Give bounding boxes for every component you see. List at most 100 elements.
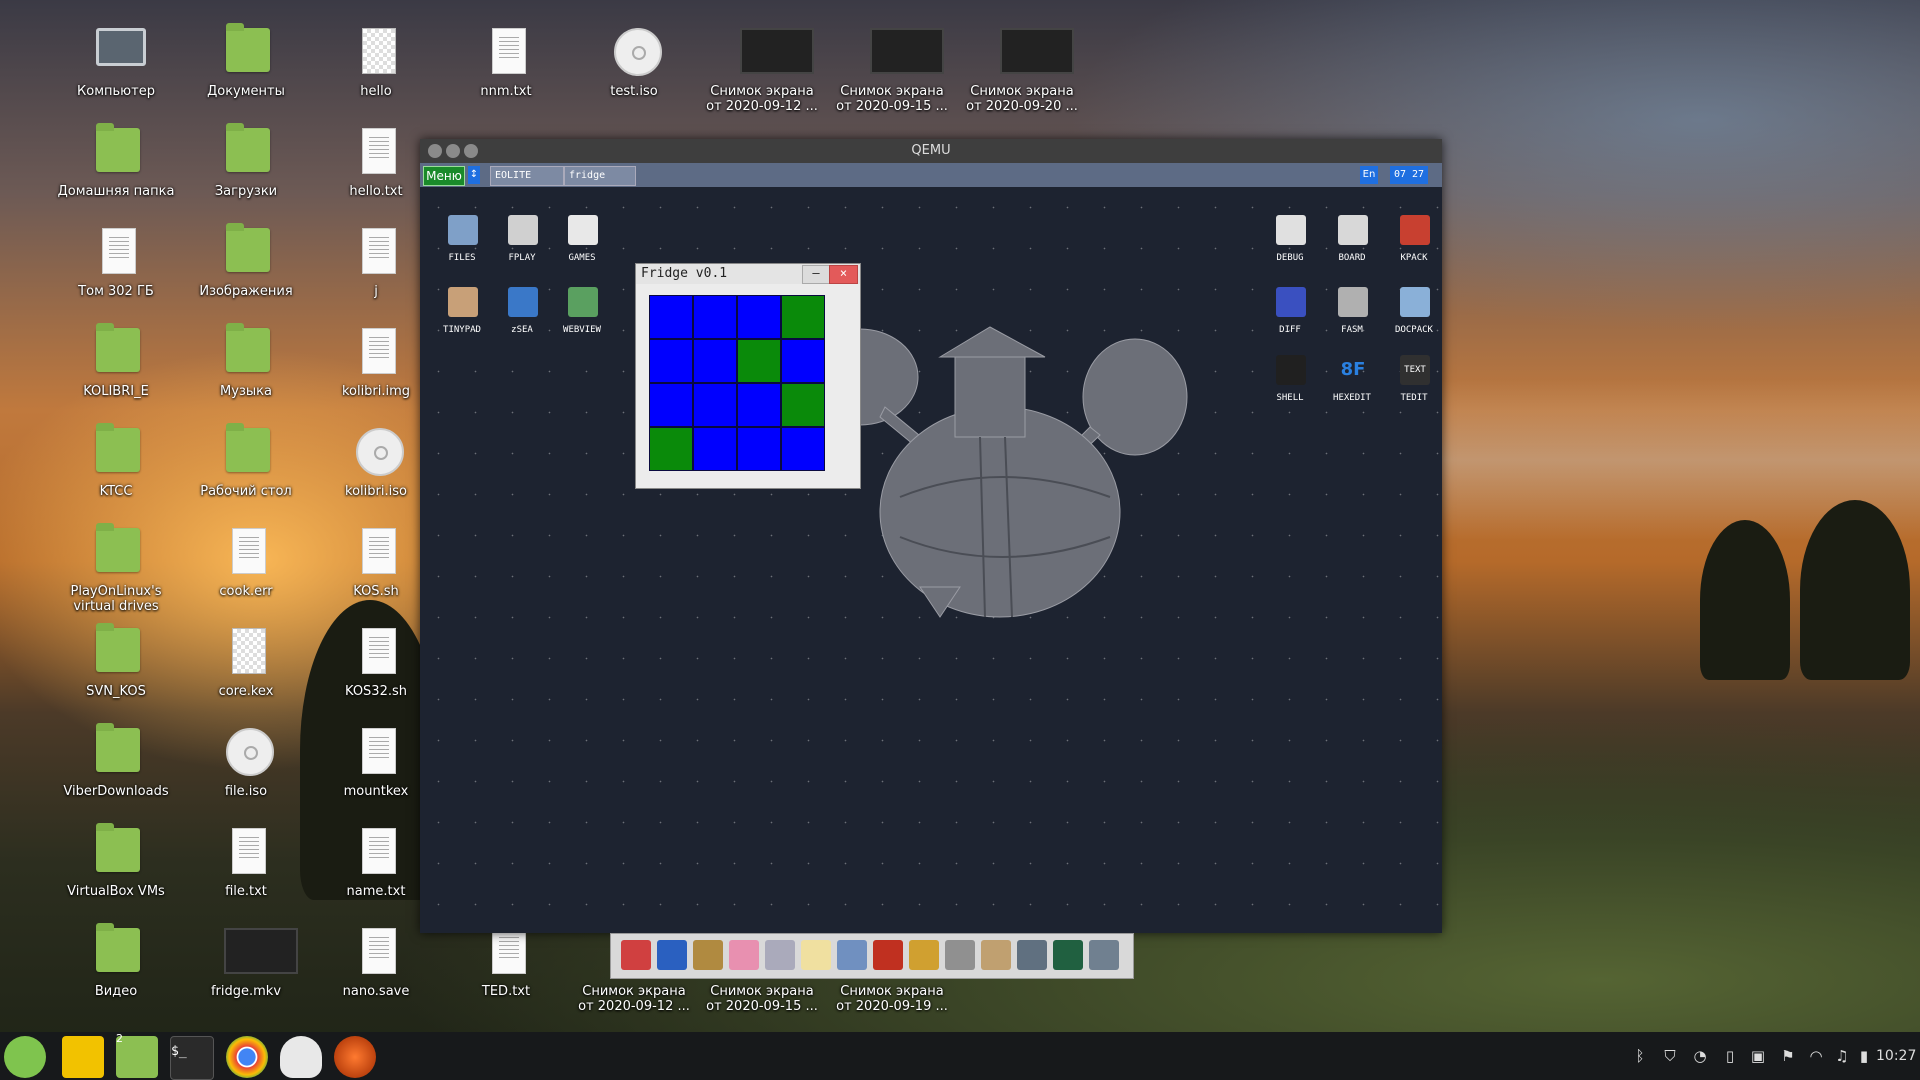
desktop-icon[interactable]: Изображения [186,210,306,300]
desktop-icon[interactable]: Снимок экрана от 2020-09-20 ... [962,10,1082,114]
desktop-icon[interactable]: KOS.sh [316,510,436,600]
fridge-handle-blue[interactable] [693,383,737,427]
kolibri-icon-board[interactable]: BOARD [1322,215,1382,285]
desktop-icon[interactable]: cook.err [186,510,306,600]
rio-icon[interactable] [837,940,867,970]
music-icon[interactable]: ♫ [1832,1045,1852,1067]
shield-icon[interactable]: ⛉ [1660,1045,1680,1067]
network-icon[interactable] [1017,940,1047,970]
desktop-icon[interactable]: KOS32.sh [316,610,436,700]
kolibri-icon-webview[interactable]: WEBVIEW [552,287,612,357]
kolibri-menu-button[interactable]: Меню [423,166,465,186]
kolibri-icon-shell[interactable]: SHELL [1260,355,1320,425]
maximize-button[interactable] [464,144,478,158]
cube-icon[interactable] [621,940,651,970]
wifi-icon[interactable]: ◠ [1806,1045,1826,1067]
fridge-handle-blue[interactable] [693,427,737,471]
desktop-icon[interactable]: core.kex [186,610,306,700]
yandex-browser-icon[interactable] [62,1036,104,1078]
kolibri-icon-tinypad[interactable]: TINYPAD [432,287,492,357]
tools-icon[interactable] [909,940,939,970]
files-icon[interactable]: 2 [116,1032,158,1078]
bluetooth-icon[interactable]: ᛒ [1630,1045,1650,1067]
notepad-icon[interactable] [801,940,831,970]
desktop-icon[interactable]: Видео [56,910,176,1000]
desktop-icon[interactable]: hello [316,10,436,100]
qemu-titlebar[interactable]: QEMU [420,139,1442,163]
desktop-icon[interactable]: j [316,210,436,300]
desktop-icon[interactable]: file.iso [186,710,306,800]
fridge-handle-green[interactable] [781,295,825,339]
fridge-handle-blue[interactable] [781,339,825,383]
qemu-app-icon[interactable] [334,1036,376,1078]
desktop-icon[interactable]: KOLIBRI_E [56,310,176,400]
desktop-icon[interactable]: VirtualBox VMs [56,810,176,900]
battery-icon[interactable]: ▮ [1856,1045,1872,1067]
desktop-icon[interactable]: hello.txt [316,110,436,200]
kolibri-icon-games[interactable]: GAMES [552,215,612,285]
fridge-close-button[interactable]: × [829,265,858,284]
desktop-icon[interactable]: Загрузки [186,110,306,200]
desktop-icon[interactable]: Рабочий стол [186,410,306,500]
fridge-handle-blue[interactable] [649,339,693,383]
chrome-icon[interactable] [226,1036,268,1078]
fridge-handle-blue[interactable] [737,295,781,339]
fridge-handle-blue[interactable] [737,383,781,427]
keyboard-layout-indicator[interactable]: En [1360,166,1378,184]
fridge-window[interactable]: Fridge v0.1 – × [635,263,861,489]
desktop-icon[interactable]: nnm.txt [446,10,566,100]
fridge-handle-blue[interactable] [693,295,737,339]
desktop-icon[interactable]: ViberDownloads [56,710,176,800]
close-button[interactable] [428,144,442,158]
mint-menu-icon[interactable] [4,1036,46,1078]
volume-icon[interactable] [981,940,1011,970]
qemu-window[interactable]: QEMU Меню ↕ EOLITE fridge En 07 27 FILES… [420,139,1444,979]
desktop-icon[interactable]: Снимок экрана от 2020-09-12 ... [702,10,822,114]
kolibri-icon-docpack[interactable]: DOCPACK [1384,287,1444,357]
monitor-icon[interactable] [1053,940,1083,970]
fb2-icon[interactable] [873,940,903,970]
kolibri-icon-zsea[interactable]: zSEA [492,287,552,357]
speaker-icon[interactable] [693,940,723,970]
desktop-icon[interactable]: Документы [186,10,306,100]
fridge-handle-blue[interactable] [737,427,781,471]
kolibri-icon-diff[interactable]: DIFF [1260,287,1320,357]
fridge-handle-green[interactable] [649,427,693,471]
desktop-icon[interactable]: fridge.mkv [186,910,306,1000]
desktop-icon[interactable]: name.txt [316,810,436,900]
clock[interactable]: 10:27 [1876,1045,1916,1067]
kolibri-icon-fplay[interactable]: FPLAY [492,215,552,285]
desktop-icon[interactable]: Домашняя папка [56,110,176,200]
task-switch-arrows-icon[interactable]: ↕ [468,166,480,184]
fridge-handle-green[interactable] [781,383,825,427]
minimize-button[interactable] [446,144,460,158]
fridge-titlebar[interactable]: Fridge v0.1 – × [636,264,860,284]
taskbar-item-fridge[interactable]: fridge [564,166,636,186]
desktop-icon[interactable]: test.iso [574,10,694,100]
us-flag-icon[interactable]: ⚑ [1776,1045,1800,1067]
kolibri-icon-tedit[interactable]: TEXT TEDIT [1384,355,1444,425]
settings-icon[interactable] [1089,940,1119,970]
kolibri-icon-fasm[interactable]: FASM [1322,287,1382,357]
desktop-icon[interactable]: Том 302 ГБ [56,210,176,300]
desktop-icon[interactable]: Музыка [186,310,306,400]
update-icon[interactable]: ◔ [1690,1045,1710,1067]
terminal-icon[interactable]: $_ [170,1036,214,1080]
kolibri-icon-files[interactable]: FILES [432,215,492,285]
kolibri-icon-debug[interactable]: DEBUG [1260,215,1320,285]
desktop-icon[interactable]: SVN_KOS [56,610,176,700]
desktop-icon[interactable]: KTCC [56,410,176,500]
desktop-icon[interactable]: Компьютер [56,10,176,100]
calendar-icon[interactable] [657,940,687,970]
desktop-icon[interactable]: kolibri.iso [316,410,436,500]
taskbar-item-eolite[interactable]: EOLITE [490,166,564,186]
kolibri-icon-kpack[interactable]: KPACK [1384,215,1444,285]
desktop-icon[interactable]: nano.save [316,910,436,1000]
fridge-handle-blue[interactable] [649,383,693,427]
printer-icon[interactable] [945,940,975,970]
kolibri-icon-hexedit[interactable]: 8F HEXEDIT [1322,355,1382,425]
fridge-handle-blue[interactable] [693,339,737,383]
inkscape-icon[interactable] [280,1036,322,1078]
fridge-handle-blue[interactable] [781,427,825,471]
fridge-handle-green[interactable] [737,339,781,383]
